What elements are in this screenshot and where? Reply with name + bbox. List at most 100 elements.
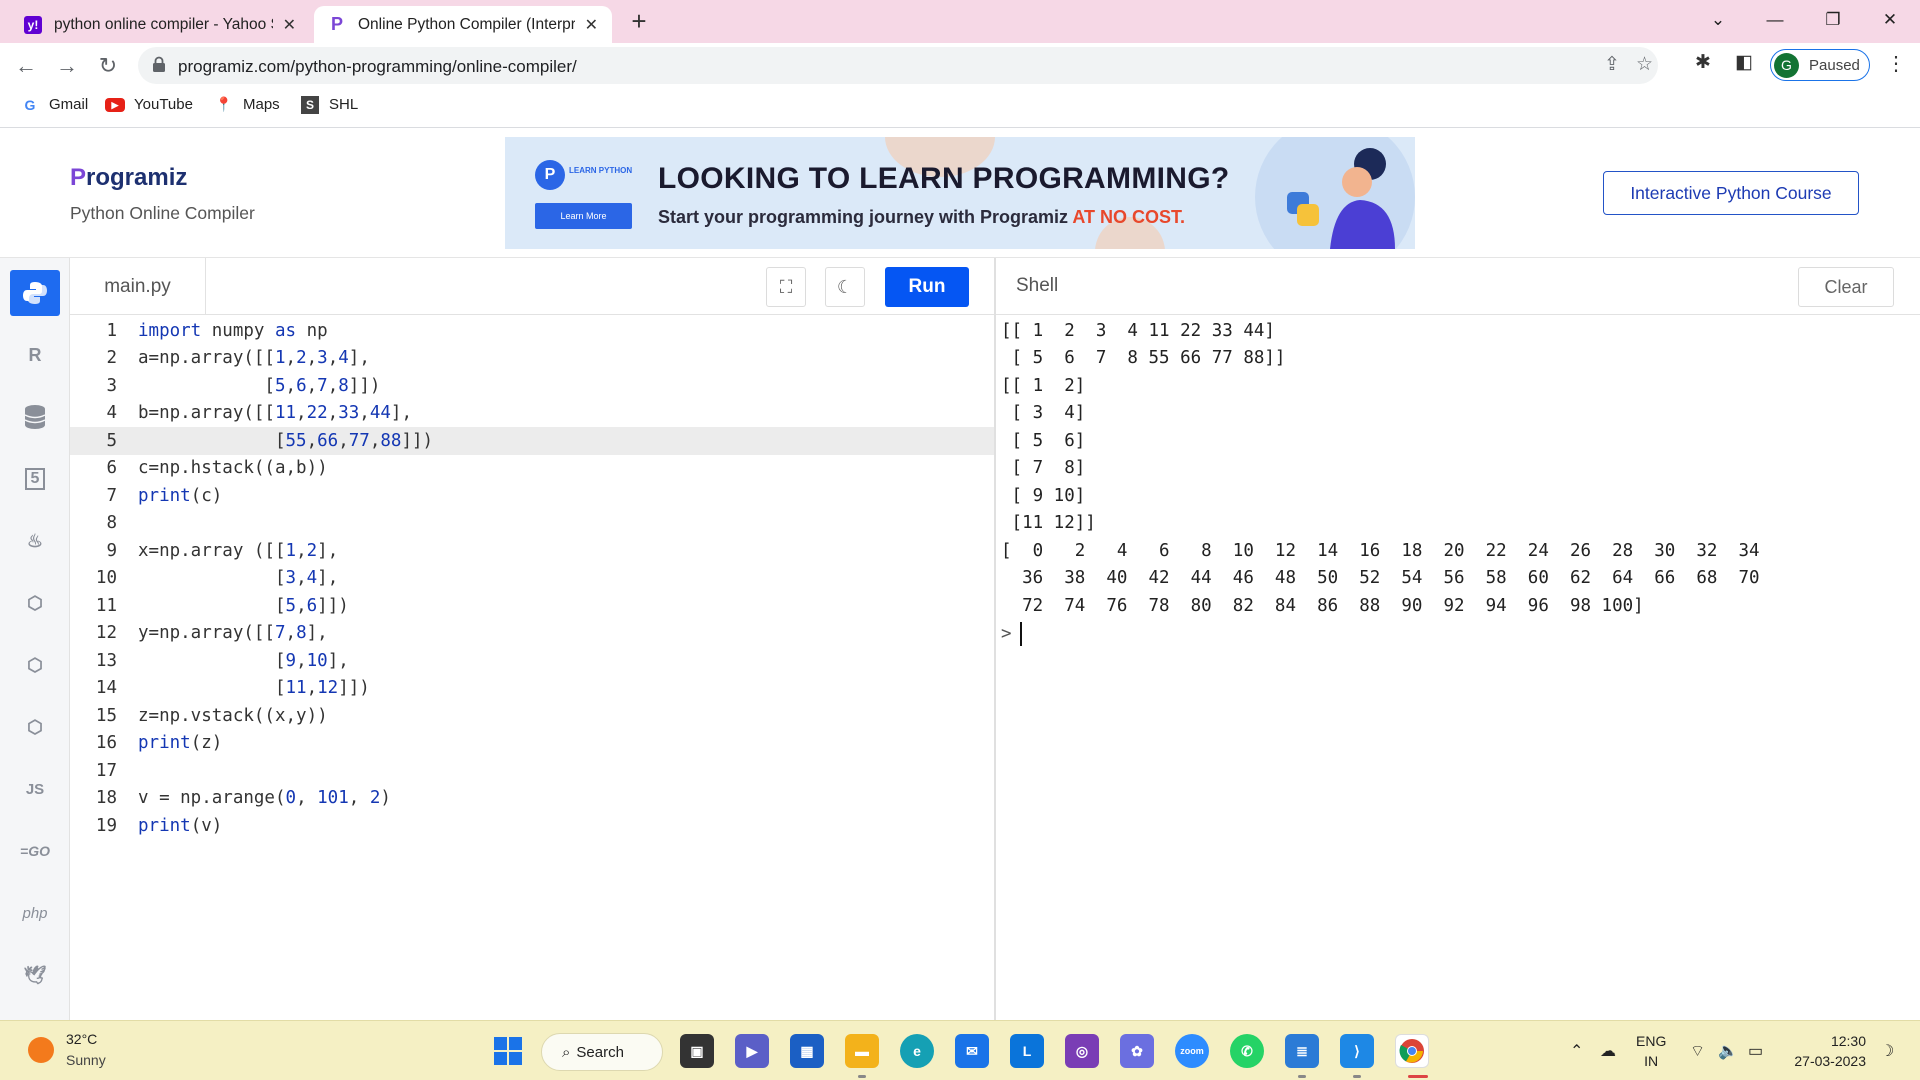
lang-csharp[interactable]: ⬡	[10, 704, 60, 750]
number-literal: 3	[285, 568, 297, 589]
store-icon[interactable]: ▦	[790, 1034, 824, 1068]
output-line: [ 5 6]	[1001, 430, 1086, 451]
lang-js[interactable]: JS	[10, 766, 60, 812]
code-line[interactable]: 7 print(c)	[70, 482, 994, 510]
lang-r[interactable]: R	[10, 332, 60, 378]
sun-icon[interactable]	[28, 1037, 54, 1063]
share-icon[interactable]: ⇪	[1604, 53, 1620, 76]
lang-html[interactable]: 5	[10, 456, 60, 502]
code-line[interactable]: 19 print(v)	[70, 812, 994, 840]
lang-python[interactable]	[10, 270, 60, 316]
shell-output[interactable]: > [[ 1 2 3 4 11 22 33 44] [ 5 6 7 8 55 6…	[996, 315, 1920, 1020]
back-icon[interactable]: ←	[10, 50, 42, 82]
learn-more-button[interactable]: Learn More	[535, 203, 632, 229]
weather-description[interactable]: Sunny	[66, 1052, 106, 1068]
battery-icon[interactable]: ▭	[1748, 1041, 1763, 1061]
zoom-icon[interactable]: zoom	[1175, 1034, 1209, 1068]
programiz-logo[interactable]: Programiz	[70, 164, 187, 192]
task-view-icon[interactable]: ▣	[680, 1034, 714, 1068]
clock[interactable]: 12:30 27-03-2023	[1784, 1031, 1866, 1071]
chevron-up-icon[interactable]: ⌃	[1570, 1041, 1583, 1061]
ad-banner[interactable]: P LEARN PYTHON Learn More LOOKING TO LEA…	[505, 137, 1415, 249]
bookmark-youtube[interactable]: ▶ YouTube	[105, 96, 193, 113]
close-window-icon[interactable]: ✕	[1867, 2, 1913, 38]
lock-icon	[153, 56, 165, 72]
wifi-icon[interactable]: ⌔	[1690, 1041, 1705, 1061]
code-editor[interactable]: 1 import numpy as np 2 a=np.array([[1,2,3,4…	[70, 315, 994, 1020]
close-tab-icon[interactable]: ✕	[585, 15, 598, 35]
lang-php[interactable]: php	[10, 890, 60, 936]
code-line[interactable]: 8	[70, 510, 994, 538]
shell-prompt[interactable]: >	[1001, 620, 1022, 648]
clear-button[interactable]: Clear	[1798, 267, 1894, 307]
tab-yahoo-search[interactable]: y! python online compiler - Yahoo Search…	[10, 6, 310, 43]
dark-mode-icon[interactable]: ☾	[825, 267, 865, 307]
lang-swift[interactable]: 🕊	[10, 952, 60, 998]
file-tab-main[interactable]: main.py	[70, 258, 206, 315]
onedrive-icon[interactable]: ☁	[1600, 1041, 1616, 1061]
code-line[interactable]: 13 [9,10],	[70, 647, 994, 675]
new-tab-button[interactable]: +	[624, 6, 654, 36]
extensions-icon[interactable]: ✱	[1695, 51, 1711, 74]
lang-c[interactable]: ⬡	[10, 580, 60, 626]
logo-text: rogramiz	[86, 164, 188, 191]
profile-button[interactable]: G Paused	[1770, 49, 1870, 81]
lang-cpp[interactable]: ⬡	[10, 642, 60, 688]
code-line[interactable]: 2 a=np.array([[1,2,3,4],	[70, 345, 994, 373]
run-button[interactable]: Run	[885, 267, 969, 307]
file-explorer-icon[interactable]: ▬	[845, 1034, 879, 1068]
bookmark-maps[interactable]: 📍 Maps	[214, 96, 279, 113]
menu-icon[interactable]: ⋮	[1886, 51, 1906, 76]
mail-icon[interactable]: ✉	[955, 1034, 989, 1068]
edge-icon[interactable]: e	[900, 1034, 934, 1068]
app-icon[interactable]: ◎	[1065, 1034, 1099, 1068]
address-bar[interactable]: programiz.com/python-programming/online-…	[138, 47, 1658, 84]
teams-chat-icon[interactable]: ▶	[735, 1034, 769, 1068]
code-line[interactable]: 1 import numpy as np	[70, 317, 994, 345]
whatsapp-icon[interactable]: ✆	[1230, 1034, 1264, 1068]
code-line[interactable]: 6 c=np.hstack((a,b))	[70, 455, 994, 483]
code-line[interactable]: 12 y=np.array([[7,8],	[70, 620, 994, 648]
line-number: 7	[106, 485, 117, 506]
focus-icon[interactable]: ☽	[1880, 1041, 1894, 1061]
code-line[interactable]: 18 v = np.arange(0, 101, 2)	[70, 785, 994, 813]
lang-sql[interactable]	[10, 394, 60, 440]
l-app-icon[interactable]: L	[1010, 1034, 1044, 1068]
vscode-icon[interactable]: ⟩	[1340, 1034, 1374, 1068]
fullscreen-icon[interactable]: ⛶	[766, 267, 806, 307]
forward-icon[interactable]: →	[51, 50, 83, 82]
restore-icon[interactable]: ❐	[1810, 2, 1856, 38]
lang-go[interactable]: =GO	[10, 828, 60, 874]
code-line[interactable]: 11 [5,6]])	[70, 592, 994, 620]
bookmark-star-icon[interactable]: ☆	[1636, 53, 1653, 76]
code-line[interactable]: 9 x=np.array ([[1,2],	[70, 537, 994, 565]
code-line[interactable]: 4 b=np.array([[11,22,33,44],	[70, 400, 994, 428]
copilot-icon[interactable]: ✿	[1120, 1034, 1154, 1068]
code-line[interactable]: 16 print(z)	[70, 730, 994, 758]
lang-java[interactable]: ♨	[10, 518, 60, 564]
code-line[interactable]: 10 [3,4],	[70, 565, 994, 593]
language-indicator[interactable]: ENG IN	[1636, 1031, 1666, 1071]
code-line[interactable]: 15 z=np.vstack((x,y))	[70, 702, 994, 730]
chrome-icon[interactable]	[1395, 1034, 1429, 1068]
search-icon: ⌕	[562, 1043, 571, 1061]
side-panel-icon[interactable]: ◧	[1735, 51, 1753, 74]
weather-temperature[interactable]: 32°C	[66, 1031, 97, 1047]
code-line[interactable]: 17	[70, 757, 994, 785]
tab-search-icon[interactable]: ⌄	[1695, 2, 1741, 38]
code-line[interactable]: 3 [5,6,7,8]])	[70, 372, 994, 400]
taskbar-search[interactable]: ⌕ Search	[541, 1033, 663, 1071]
minimize-icon[interactable]: —	[1752, 2, 1798, 38]
notepad-icon[interactable]: ≣	[1285, 1034, 1319, 1068]
reload-icon[interactable]: ↻	[92, 50, 124, 82]
start-icon[interactable]	[491, 1034, 525, 1068]
tab-programiz[interactable]: P Online Python Compiler (Interpreter) ✕	[314, 6, 612, 43]
code-line[interactable]: 5 [55,66,77,88]])	[70, 427, 994, 455]
code-line[interactable]: 14 [11,12]])	[70, 675, 994, 703]
close-tab-icon[interactable]: ✕	[283, 15, 296, 35]
bookmark-shl[interactable]: S SHL	[300, 95, 358, 114]
bookmark-gmail[interactable]: G Gmail	[20, 96, 89, 113]
volume-icon[interactable]: 🔈	[1718, 1041, 1738, 1061]
interactive-course-button[interactable]: Interactive Python Course	[1603, 171, 1859, 215]
text-caret	[1019, 621, 1022, 646]
